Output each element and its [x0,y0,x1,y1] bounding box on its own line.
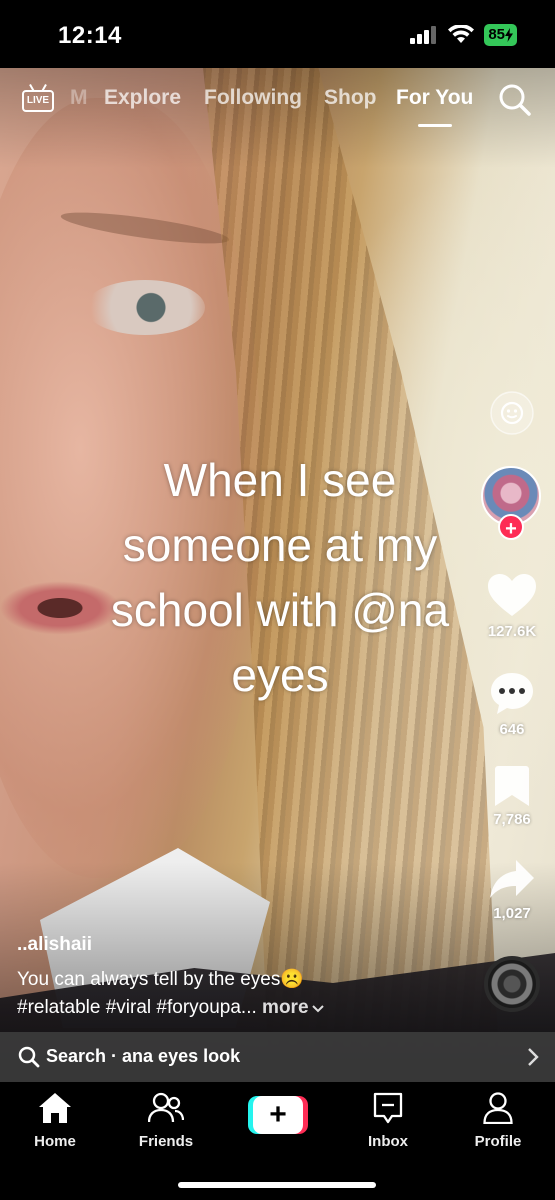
save-button[interactable]: 7,786 [482,766,542,828]
nav-inbox-label: Inbox [368,1133,408,1150]
share-arrow-icon [490,860,534,898]
status-bar: 12:14 85 [0,0,555,68]
bookmark-icon [495,766,529,806]
tab-partial[interactable]: M [70,86,88,110]
description-hashtags: #relatable #viral #foryoupa... [17,997,257,1018]
cellular-signal-icon [410,26,437,44]
video-text-overlay: When I see someone at my school with @na… [50,448,510,708]
inbox-icon [373,1092,403,1124]
nav-home-label: Home [34,1133,76,1150]
more-button[interactable]: more [262,997,324,1018]
overlay-line: school with @na [110,584,450,636]
overlay-line: eyes [231,649,329,701]
nav-inbox[interactable]: Inbox [343,1092,433,1150]
wifi-icon [448,25,475,43]
nav-home[interactable]: Home [10,1092,100,1150]
video-subject-eye [85,280,205,335]
live-button[interactable]: LIVE [22,84,58,114]
nav-friends[interactable]: Friends [121,1092,211,1150]
search-icon [499,84,531,116]
nav-profile[interactable]: Profile [453,1092,543,1150]
music-disc[interactable] [484,956,540,1012]
comment-count: 646 [499,721,525,738]
overlay-line: someone at my [122,519,438,571]
overlay-line: When I see [163,454,397,506]
save-count: 7,786 [493,811,531,828]
profile-icon [483,1092,513,1125]
status-icons: 85 [410,24,517,46]
share-count: 1,027 [493,905,531,922]
plus-icon: + [253,1096,303,1134]
search-button[interactable] [498,83,532,117]
like-button[interactable]: 127.6K [482,574,542,640]
share-button[interactable]: 1,027 [482,860,542,922]
charging-bolt-icon [505,28,513,42]
post-description[interactable]: You can always tell by the eyes☹️ #relat… [17,966,457,1022]
search-suggestion-label: Search · ana eyes look [46,1046,241,1066]
status-time: 12:14 [58,22,122,49]
description-hashtags-row: #relatable #viral #foryoupa... more [17,994,457,1022]
author-username[interactable]: ..alishaii [17,934,92,956]
search-icon [18,1046,40,1068]
tab-shop[interactable]: Shop [324,86,377,110]
description-text: You can always tell by the eyes☹️ [17,969,305,990]
nav-profile-label: Profile [474,1133,522,1150]
battery-indicator: 85 [484,24,517,46]
search-suggestion-bar[interactable]: Search · ana eyes look [0,1032,555,1082]
comment-button[interactable]: 646 [482,670,542,738]
emoji-reaction-button[interactable] [482,390,542,441]
tab-explore[interactable]: Explore [104,86,181,110]
tab-for-you[interactable]: For You [396,86,473,110]
home-icon [39,1093,71,1123]
create-button[interactable]: + [248,1096,308,1134]
follow-button[interactable]: + [498,514,524,540]
smiley-icon [490,391,534,435]
battery-level: 85 [488,26,505,43]
heart-icon [488,574,536,616]
more-label: more [262,997,309,1018]
chevron-down-icon [311,1005,324,1013]
home-indicator[interactable] [178,1182,376,1188]
nav-friends-label: Friends [138,1133,194,1150]
top-nav: LIVE M Explore Following Shop For You [0,80,555,127]
friends-icon [147,1092,185,1123]
comment-icon [491,673,533,714]
chevron-right-icon [528,1048,539,1066]
like-count: 127.6K [487,623,537,640]
live-tv-icon: LIVE [22,90,54,112]
tab-following[interactable]: Following [204,86,302,110]
active-tab-indicator [418,124,452,127]
